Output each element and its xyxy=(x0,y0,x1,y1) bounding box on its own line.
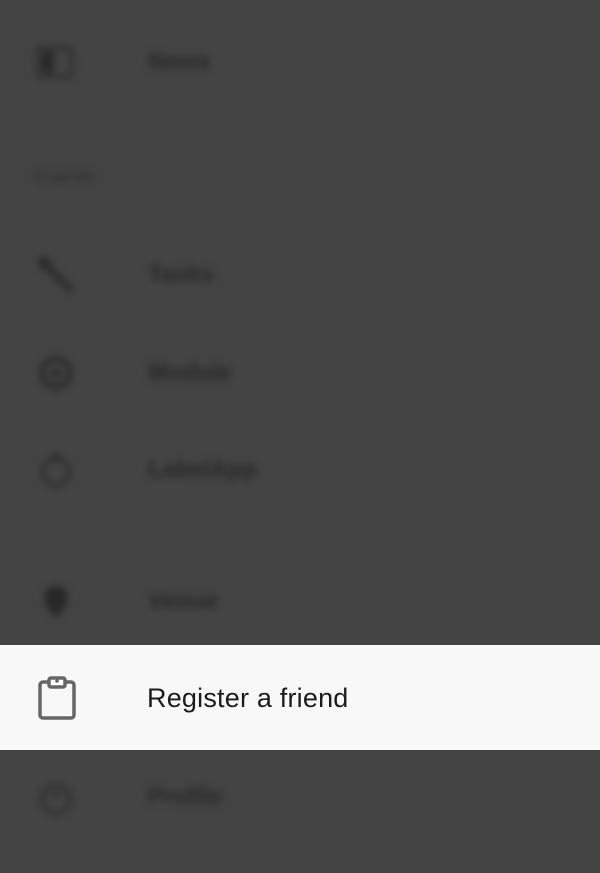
menu-item-label: Venue xyxy=(148,588,219,615)
menu-item-label: LabelApp xyxy=(148,456,258,483)
clipboard-icon xyxy=(36,676,78,720)
menu-item-label: Register a friend xyxy=(147,683,349,713)
menu-item-module[interactable]: Module xyxy=(0,343,600,403)
menu-item-profile[interactable]: Profile xyxy=(0,767,600,827)
menu-item-register-a-friend[interactable]: Register a friend xyxy=(0,645,600,750)
section-title: Events xyxy=(34,166,96,188)
menu-item-tasks[interactable]: Tasks xyxy=(0,245,600,305)
pin-icon xyxy=(36,584,76,620)
menu-item-label: Module xyxy=(148,359,232,386)
clock-icon xyxy=(36,779,76,815)
menu-item-labelapp[interactable]: LabelApp xyxy=(0,440,600,500)
menu-item-news[interactable]: News xyxy=(0,32,600,92)
menu-item-venue[interactable]: Venue xyxy=(0,572,600,632)
timer-icon xyxy=(36,452,76,488)
wrench-icon xyxy=(36,257,76,293)
menu-item-label: Tasks xyxy=(148,261,215,288)
menu-item-label: News xyxy=(148,48,211,75)
news-icon xyxy=(36,44,76,80)
navigation-drawer: News Events Tasks Module LabelApp Venue … xyxy=(0,0,600,873)
menu-item-label: Profile xyxy=(148,783,223,810)
gear-icon xyxy=(36,355,76,391)
